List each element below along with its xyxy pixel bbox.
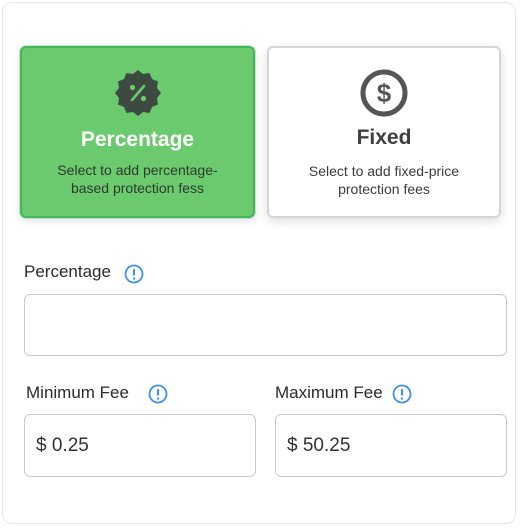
minimum-fee-input[interactable]: $ 0.25 [24, 414, 256, 477]
fee-type-option-fixed[interactable]: $ Fixed Select to add fixed-price protec… [267, 46, 501, 218]
info-icon[interactable] [124, 264, 144, 284]
percent-badge-icon [114, 70, 161, 116]
option-title: Fixed [356, 126, 412, 149]
dollar-circle-icon: $ [360, 69, 408, 117]
fee-type-option-percentage[interactable]: Percentage Select to add percentage-base… [20, 46, 255, 218]
info-icon[interactable] [392, 384, 412, 404]
percentage-label: Percentage [24, 262, 111, 281]
minimum-fee-label: Minimum Fee [26, 383, 129, 402]
option-description: Select to add fixed-price protection fee… [308, 163, 460, 197]
percentage-input[interactable] [24, 294, 507, 356]
option-title: Percentage [80, 128, 195, 151]
info-icon[interactable] [148, 384, 168, 404]
option-description: Select to add percentage-based protectio… [57, 162, 218, 196]
maximum-fee-label: Maximum Fee [275, 383, 383, 402]
maximum-fee-input[interactable]: $ 50.25 [275, 414, 507, 477]
svg-text:$: $ [377, 78, 392, 108]
